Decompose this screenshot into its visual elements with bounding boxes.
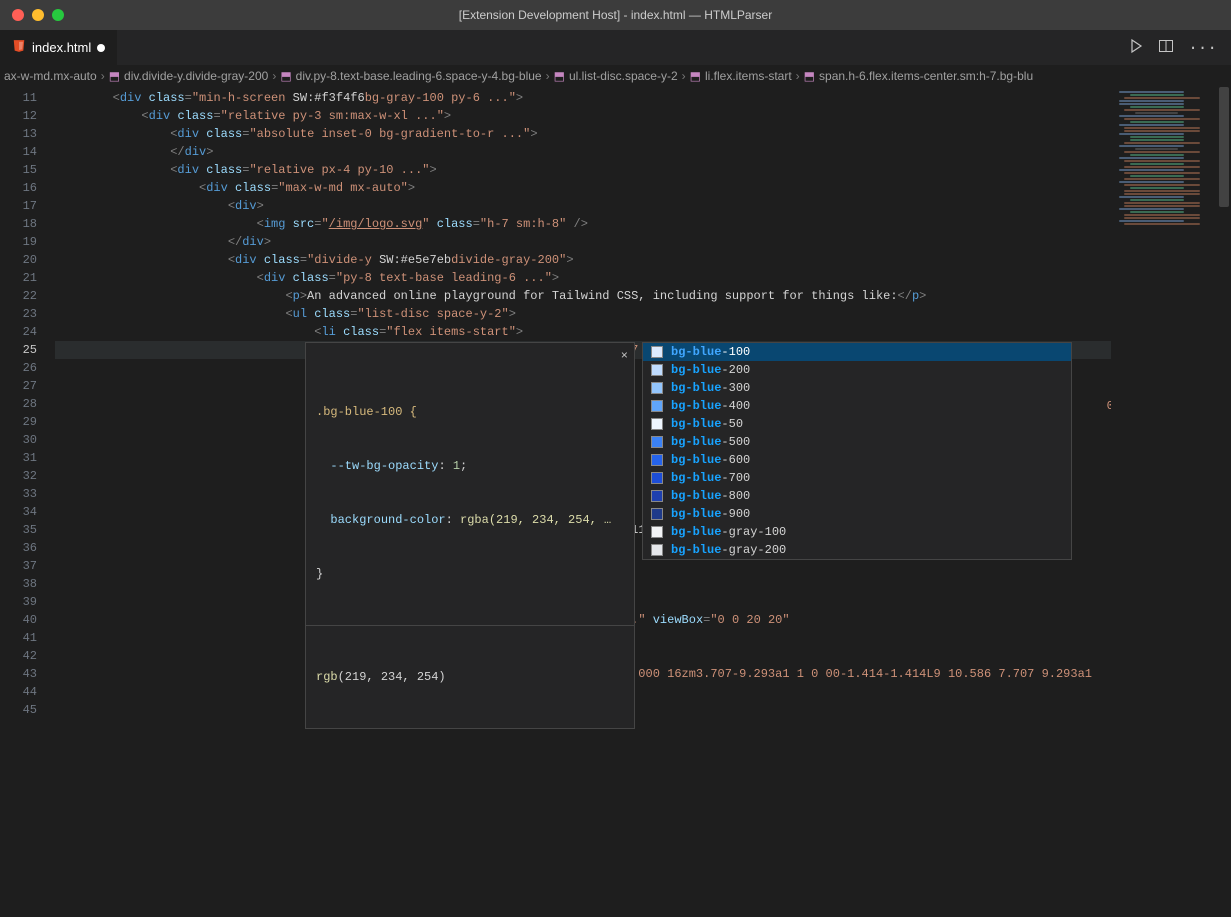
chevron-right-icon: › xyxy=(270,69,278,83)
breadcrumb-item[interactable]: ⬒div.py-8.text-base.leading-6.space-y-4.… xyxy=(280,69,541,83)
color-swatch-icon xyxy=(651,490,663,502)
titlebar: [Extension Development Host] - index.htm… xyxy=(0,0,1231,30)
tab-index-html[interactable]: index.html xyxy=(0,30,118,65)
scrollbar-thumb[interactable] xyxy=(1219,87,1229,207)
color-swatch-icon xyxy=(651,454,663,466)
code-line[interactable]: <p>An advanced online playground for Tai… xyxy=(55,287,1111,305)
chevron-right-icon: › xyxy=(794,69,802,83)
breadcrumb-item[interactable]: ⬒li.flex.items-start xyxy=(690,69,792,83)
color-swatch-icon xyxy=(651,436,663,448)
autocomplete-popup[interactable]: bg-blue-100bg-blue-200bg-blue-300bg-blue… xyxy=(642,342,1072,560)
suggest-label: bg-blue-200 xyxy=(671,361,750,379)
suggest-label: bg-blue-400 xyxy=(671,397,750,415)
code-line[interactable]: <div class="relative px-4 py-10 ..."> xyxy=(55,161,1111,179)
color-swatch-icon xyxy=(651,400,663,412)
breadcrumb-item[interactable]: ⬒span.h-6.flex.items-center.sm:h-7.bg-bl… xyxy=(804,69,1033,83)
code-line[interactable]: <div class="relative py-3 sm:max-w-xl ..… xyxy=(55,107,1111,125)
suggest-label: bg-blue-900 xyxy=(671,505,750,523)
color-swatch-icon xyxy=(651,364,663,376)
more-actions-icon[interactable]: ··· xyxy=(1188,39,1217,57)
suggest-item[interactable]: bg-blue-500 xyxy=(643,433,1071,451)
code-line[interactable]: <li class="flex items-start"> xyxy=(55,323,1111,341)
color-swatch-icon xyxy=(651,508,663,520)
suggest-label: bg-blue-gray-200 xyxy=(671,541,786,559)
suggest-item[interactable]: bg-blue-50 xyxy=(643,415,1071,433)
suggest-item[interactable]: bg-blue-800 xyxy=(643,487,1071,505)
editor-actions: ··· xyxy=(1128,30,1231,65)
suggest-label: bg-blue-gray-100 xyxy=(671,523,786,541)
code-line[interactable]: <div class="absolute inset-0 bg-gradient… xyxy=(55,125,1111,143)
code-line[interactable]: <ul class="list-disc space-y-2"> xyxy=(55,305,1111,323)
color-swatch-icon xyxy=(651,382,663,394)
suggest-item[interactable]: bg-blue-100 xyxy=(643,343,1071,361)
chevron-right-icon: › xyxy=(680,69,688,83)
close-icon[interactable]: × xyxy=(621,347,628,365)
breadcrumb-item[interactable]: ⬒ul.list-disc.space-y-2 xyxy=(554,69,678,83)
window-title: [Extension Development Host] - index.htm… xyxy=(0,8,1231,22)
breadcrumb[interactable]: ax-w-md.mx-auto › ⬒div.divide-y.divide-g… xyxy=(0,65,1231,87)
suggest-item[interactable]: bg-blue-400 xyxy=(643,397,1071,415)
suggest-label: bg-blue-50 xyxy=(671,415,743,433)
suggest-item[interactable]: bg-blue-200 xyxy=(643,361,1071,379)
color-swatch-icon xyxy=(651,472,663,484)
suggest-item[interactable]: bg-blue-gray-100 xyxy=(643,523,1071,541)
color-swatch-icon xyxy=(651,544,663,556)
html-file-icon xyxy=(12,39,26,56)
suggest-item[interactable]: bg-blue-300 xyxy=(643,379,1071,397)
line-number-gutter: 1112131415161718192021222324252627282930… xyxy=(0,87,55,700)
minimap[interactable] xyxy=(1111,87,1231,700)
code-line[interactable]: <div class="min-h-screen SW:#f3f4f6bg-gr… xyxy=(55,89,1111,107)
suggest-item[interactable]: bg-blue-700 xyxy=(643,469,1071,487)
suggest-label: bg-blue-500 xyxy=(671,433,750,451)
breadcrumb-item[interactable]: ax-w-md.mx-auto xyxy=(4,69,97,83)
hover-tooltip: × .bg-blue-100 { --tw-bg-opacity: 1; bac… xyxy=(305,342,635,729)
code-line[interactable]: </div> xyxy=(55,233,1111,251)
tabbar: index.html ··· xyxy=(0,30,1231,65)
suggest-label: bg-blue-800 xyxy=(671,487,750,505)
breadcrumb-item[interactable]: ⬒div.divide-y.divide-gray-200 xyxy=(109,69,269,83)
dirty-indicator-icon xyxy=(97,44,105,52)
editor[interactable]: 1112131415161718192021222324252627282930… xyxy=(0,87,1231,700)
color-swatch-icon xyxy=(651,418,663,430)
color-swatch-icon xyxy=(651,346,663,358)
code-line[interactable]: <div class="max-w-md mx-auto"> xyxy=(55,179,1111,197)
suggest-item[interactable]: bg-blue-600 xyxy=(643,451,1071,469)
chevron-right-icon: › xyxy=(544,69,552,83)
suggest-item[interactable]: bg-blue-gray-200 xyxy=(643,541,1071,559)
code-line[interactable]: <div class="divide-y SW:#e5e7ebdivide-gr… xyxy=(55,251,1111,269)
tab-label: index.html xyxy=(32,40,91,55)
run-icon[interactable] xyxy=(1128,38,1144,58)
split-editor-icon[interactable] xyxy=(1158,38,1174,58)
chevron-right-icon: › xyxy=(99,69,107,83)
code-line[interactable]: <div class="py-8 text-base leading-6 ...… xyxy=(55,269,1111,287)
code-content[interactable]: <div class="min-h-screen SW:#f3f4f6bg-gr… xyxy=(55,87,1111,700)
suggest-label: bg-blue-100 xyxy=(671,343,750,361)
code-line[interactable]: </div> xyxy=(55,143,1111,161)
minimap-content xyxy=(1119,91,1227,226)
suggest-item[interactable]: bg-blue-900 xyxy=(643,505,1071,523)
suggest-label: bg-blue-600 xyxy=(671,451,750,469)
vertical-scrollbar[interactable] xyxy=(1217,87,1231,700)
suggest-label: bg-blue-300 xyxy=(671,379,750,397)
code-line[interactable]: <img src="/img/logo.svg" class="h-7 sm:h… xyxy=(55,215,1111,233)
code-line[interactable]: <div> xyxy=(55,197,1111,215)
suggest-label: bg-blue-700 xyxy=(671,469,750,487)
color-swatch-icon xyxy=(651,526,663,538)
